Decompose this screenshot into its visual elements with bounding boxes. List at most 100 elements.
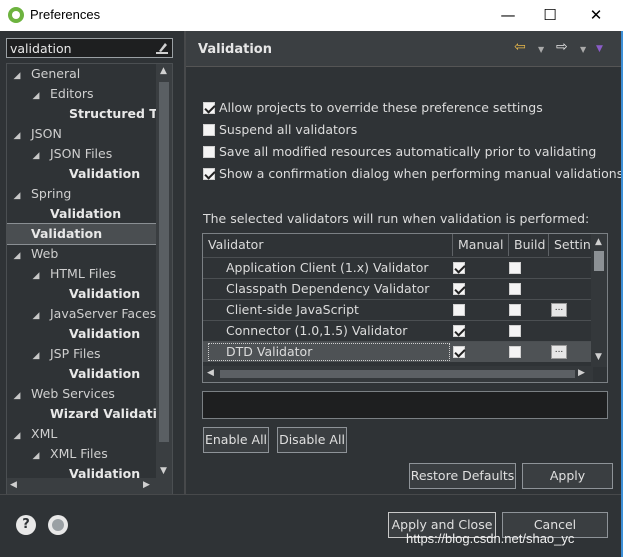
preference-tree[interactable]: ◢ General ◢ Editors Structured Text Editors ◢… xyxy=(6,63,173,495)
tree-item[interactable]: Validation xyxy=(7,324,157,344)
column-header-manual[interactable]: Manual xyxy=(453,234,509,256)
apply-button[interactable]: Apply xyxy=(522,463,613,489)
expand-arrow-icon[interactable]: ◢ xyxy=(30,146,42,166)
tree-item[interactable]: Validation xyxy=(7,464,157,479)
validator-row[interactable]: Classpath Dependency Validator xyxy=(203,278,592,299)
tree-item-label: Validation xyxy=(69,166,141,181)
option-checkbox[interactable] xyxy=(203,168,215,180)
table-scroll-left-icon[interactable]: ◀ xyxy=(207,368,214,378)
expand-arrow-icon[interactable]: ◢ xyxy=(30,346,42,366)
expand-arrow-icon[interactable]: ◢ xyxy=(11,426,23,446)
tree-horizontal-scrollbar[interactable]: ◀ ▶ xyxy=(7,478,172,494)
tree-item[interactable]: ◢ JSP Files xyxy=(7,344,157,364)
expand-arrow-icon[interactable]: ◢ xyxy=(11,126,23,146)
help-icon[interactable]: ? xyxy=(16,515,36,535)
expand-arrow-icon[interactable]: ◢ xyxy=(30,306,42,326)
settings-button[interactable]: ... xyxy=(551,303,567,317)
table-hscroll-thumb[interactable] xyxy=(220,370,575,378)
table-vertical-scrollbar[interactable]: ▲ ▼ xyxy=(591,234,607,367)
tree-item[interactable]: Validation xyxy=(7,284,157,304)
tree-item[interactable]: ◢ Editors xyxy=(7,84,157,104)
tree-item[interactable]: ◢ JSON Files xyxy=(7,144,157,164)
manual-checkbox[interactable] xyxy=(453,283,465,295)
tree-vertical-scrollbar[interactable]: ▲ ▼ xyxy=(156,64,172,479)
manual-checkbox[interactable] xyxy=(453,325,465,337)
tree-item[interactable]: ◢ Spring xyxy=(7,184,157,204)
tree-item[interactable]: Validation xyxy=(7,164,157,184)
tree-item[interactable]: Validation xyxy=(7,204,157,224)
manual-checkbox[interactable] xyxy=(453,304,465,316)
build-checkbox[interactable] xyxy=(509,283,521,295)
table-scroll-down-icon[interactable]: ▼ xyxy=(595,352,602,362)
back-arrow-icon[interactable]: ⇦ xyxy=(514,39,526,59)
validators-table[interactable]: Validator Manual Build Settings Applicat… xyxy=(202,233,608,383)
pane-splitter[interactable] xyxy=(184,31,186,494)
option-checkbox[interactable] xyxy=(203,146,215,158)
option-checkbox[interactable] xyxy=(203,124,215,136)
tree-item[interactable]: ◢ JSON xyxy=(7,124,157,144)
expand-arrow-icon[interactable]: ◢ xyxy=(30,86,42,106)
table-horizontal-scrollbar[interactable]: ◀ ▶ xyxy=(203,366,593,382)
tree-item[interactable]: Validation xyxy=(7,364,157,384)
tree-item[interactable]: ◢ JavaServer Faces Tools xyxy=(7,304,157,324)
tree-item[interactable]: ◢ XML xyxy=(7,424,157,444)
settings-button[interactable]: ... xyxy=(551,345,567,359)
validator-row[interactable]: Application Client (1.x) Validator xyxy=(203,257,592,278)
option-checkbox-row[interactable]: Show a confirmation dialog when performi… xyxy=(203,164,623,184)
tree-item[interactable]: Structured Text Editors xyxy=(7,104,157,124)
scroll-right-arrow-icon[interactable]: ▶ xyxy=(143,480,150,490)
expand-arrow-icon[interactable]: ◢ xyxy=(11,246,23,266)
disable-all-button[interactable]: Disable All xyxy=(277,427,347,453)
forward-dropdown-icon[interactable]: ▼ xyxy=(580,45,586,65)
tree-item[interactable]: ◢ XML Files xyxy=(7,444,157,464)
build-checkbox[interactable] xyxy=(509,262,521,274)
tree-item-label: JavaServer Faces Tools xyxy=(50,306,157,321)
tree-item[interactable]: Validation xyxy=(7,223,157,245)
tree-item[interactable]: Wizard Validation xyxy=(7,404,157,424)
scroll-up-arrow-icon[interactable]: ▲ xyxy=(160,66,167,76)
scroll-left-arrow-icon[interactable]: ◀ xyxy=(10,480,17,490)
close-button[interactable]: ✕ xyxy=(573,0,619,31)
tree-item[interactable]: ◢ HTML Files xyxy=(7,264,157,284)
build-checkbox[interactable] xyxy=(509,346,521,358)
import-export-icon[interactable] xyxy=(48,515,68,535)
back-dropdown-icon[interactable]: ▼ xyxy=(538,45,544,65)
enable-all-button[interactable]: Enable All xyxy=(203,427,269,453)
column-header-settings[interactable]: Settings xyxy=(549,234,592,256)
column-header-build[interactable]: Build xyxy=(509,234,549,256)
tree-item[interactable]: ◢ Web xyxy=(7,244,157,264)
option-checkbox-row[interactable]: Save all modified resources automaticall… xyxy=(203,142,596,162)
restore-defaults-button[interactable]: Restore Defaults xyxy=(409,463,516,489)
filter-input[interactable]: validation xyxy=(6,38,173,58)
view-menu-icon[interactable]: ▼ xyxy=(596,44,603,64)
column-header-validator[interactable]: Validator xyxy=(203,234,453,256)
expand-arrow-icon[interactable]: ◢ xyxy=(30,266,42,286)
validator-row[interactable]: Client-side JavaScript... xyxy=(203,299,592,320)
option-checkbox[interactable] xyxy=(203,102,215,114)
option-checkbox-row[interactable]: Allow projects to override these prefere… xyxy=(203,98,543,118)
tree-item-label: Web xyxy=(31,246,59,261)
manual-checkbox[interactable] xyxy=(453,262,465,274)
build-checkbox[interactable] xyxy=(509,304,521,316)
manual-checkbox[interactable] xyxy=(453,346,465,358)
table-vscroll-thumb[interactable] xyxy=(594,251,604,271)
expand-arrow-icon[interactable]: ◢ xyxy=(11,186,23,206)
expand-arrow-icon[interactable]: ◢ xyxy=(11,386,23,406)
expand-arrow-icon[interactable]: ◢ xyxy=(30,446,42,466)
tree-item[interactable]: ◢ General xyxy=(7,64,157,84)
option-checkbox-row[interactable]: Suspend all validators xyxy=(203,120,357,140)
table-scroll-up-icon[interactable]: ▲ xyxy=(595,237,602,247)
table-scroll-right-icon[interactable]: ▶ xyxy=(578,368,585,378)
validator-row[interactable]: Connector (1.0,1.5) Validator xyxy=(203,320,592,341)
clear-filter-icon[interactable] xyxy=(156,42,168,54)
maximize-button[interactable]: ☐ xyxy=(527,0,573,31)
spring-app-icon xyxy=(8,7,24,23)
expand-arrow-icon[interactable]: ◢ xyxy=(11,66,23,86)
validator-row[interactable]: DTD Validator... xyxy=(203,341,592,362)
forward-arrow-icon[interactable]: ⇨ xyxy=(556,39,568,59)
scroll-down-arrow-icon[interactable]: ▼ xyxy=(160,466,167,476)
minimize-button[interactable]: — xyxy=(485,0,531,31)
tree-item[interactable]: ◢ Web Services xyxy=(7,384,157,404)
tree-scroll-thumb[interactable] xyxy=(159,82,169,442)
build-checkbox[interactable] xyxy=(509,325,521,337)
